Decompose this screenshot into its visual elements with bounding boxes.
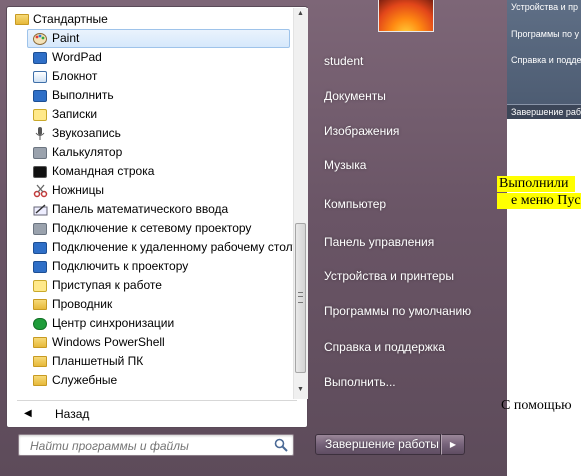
back-button[interactable]: ◀ Назад [7, 403, 293, 425]
bg-menu-item: Справка и подде [511, 55, 581, 65]
folder-icon [32, 354, 48, 369]
scroll-up-arrow-icon[interactable]: ▲ [297, 10, 304, 17]
doc-highlight-line-2: е меню Пус [497, 193, 581, 209]
back-label: Назад [55, 407, 90, 421]
program-item-paint[interactable]: Paint [27, 29, 290, 48]
explorer-folder-icon [32, 297, 48, 312]
folder-accessories[interactable]: Стандартные [7, 10, 293, 29]
program-item-math-input[interactable]: Панель математического ввода [7, 200, 293, 219]
program-item-network-projector[interactable]: Подключение к сетевому проектору [7, 219, 293, 238]
program-label: Подключение к удаленному рабочему столу [52, 240, 293, 254]
program-item-projector[interactable]: Подключить к проектору [7, 257, 293, 276]
program-label: Центр синхронизации [52, 316, 175, 330]
folder-powershell[interactable]: Windows PowerShell [7, 333, 293, 352]
program-label: Командная строка [52, 164, 155, 178]
search-input[interactable] [19, 435, 282, 457]
program-label: Ножницы [52, 183, 105, 197]
documents-link[interactable]: Документы [324, 86, 386, 106]
folder-icon [32, 373, 48, 388]
remote-desktop-icon [32, 240, 48, 255]
program-label: Выполнить [52, 88, 114, 102]
program-label: Планшетный ПК [52, 354, 144, 368]
program-label: Записки [52, 107, 98, 121]
search-box[interactable] [18, 434, 294, 457]
scroll-thumb[interactable] [295, 223, 306, 373]
start-menu: Стандартные Paint WordPad Блокнот Выполн… [0, 0, 507, 476]
notepad-icon [32, 69, 48, 84]
scroll-down-arrow-icon[interactable]: ▼ [297, 386, 304, 393]
bg-menu-item: Устройства и пр [511, 2, 578, 12]
program-label: Панель математического ввода [52, 202, 229, 216]
sticky-notes-icon [32, 107, 48, 122]
search-icon [274, 438, 288, 452]
program-item-snipping-tool[interactable]: Ножницы [7, 181, 293, 200]
run-icon [32, 88, 48, 103]
program-label: Служебные [52, 373, 118, 387]
program-list: Стандартные Paint WordPad Блокнот Выполн… [7, 10, 293, 390]
default-programs-link[interactable]: Программы по умолчанию [324, 301, 471, 321]
getting-started-icon [32, 278, 48, 293]
divider [17, 400, 297, 401]
wordpad-icon [32, 50, 48, 65]
program-label: WordPad [52, 50, 102, 64]
user-name-link[interactable]: student [324, 51, 363, 71]
projector-icon [32, 259, 48, 274]
folder-open-icon [14, 12, 30, 27]
program-label: Подключение к сетевому проектору [52, 221, 252, 235]
program-item-wordpad[interactable]: WordPad [7, 48, 293, 67]
folder-label: Стандартные [33, 12, 108, 26]
sync-center-icon [32, 316, 48, 331]
back-arrow-icon: ◀ [24, 408, 32, 419]
shutdown-options-arrow-icon[interactable]: ▶ [441, 434, 465, 455]
computer-link[interactable]: Компьютер [324, 194, 386, 214]
calculator-icon [32, 145, 48, 160]
program-list-scrollbar[interactable]: ▲ ▼ [293, 8, 308, 399]
folder-tablet-pc[interactable]: Планшетный ПК [7, 352, 293, 371]
doc-highlight-line-1: Выполнили [497, 176, 575, 192]
program-label: Подключить к проектору [52, 259, 189, 273]
folder-system-tools[interactable]: Служебные [7, 371, 293, 390]
doc-text-line: С помощью [501, 398, 572, 413]
program-item-calculator[interactable]: Калькулятор [7, 143, 293, 162]
program-item-remote-desktop[interactable]: Подключение к удаленному рабочему столу [7, 238, 293, 257]
microphone-icon [32, 126, 48, 141]
help-support-link[interactable]: Справка и поддержка [324, 337, 445, 357]
bg-menu-item: Программы по у [511, 29, 579, 39]
program-item-sound-recorder[interactable]: Звукозапись [7, 124, 293, 143]
program-label: Проводник [52, 297, 113, 311]
pictures-link[interactable]: Изображения [324, 121, 399, 141]
program-item-sticky-notes[interactable]: Записки [7, 105, 293, 124]
program-item-run[interactable]: Выполнить [7, 86, 293, 105]
program-label: Калькулятор [52, 145, 123, 159]
program-item-notepad[interactable]: Блокнот [7, 67, 293, 86]
math-input-icon [32, 202, 48, 217]
program-label: Звукозапись [52, 126, 121, 140]
control-panel-link[interactable]: Панель управления [324, 232, 434, 252]
shutdown-button[interactable]: Завершение работы [315, 434, 441, 455]
program-item-sync-center[interactable]: Центр синхронизации [7, 314, 293, 333]
program-item-getting-started[interactable]: Приступая к работе [7, 276, 293, 295]
run-dialog-link[interactable]: Выполнить... [324, 372, 396, 392]
background-start-menu: Устройства и пр Программы по у Справка и… [507, 0, 581, 119]
scissors-icon [32, 183, 48, 198]
network-projector-icon [32, 221, 48, 236]
programs-panel: Стандартные Paint WordPad Блокнот Выполн… [6, 6, 308, 428]
bg-shutdown-label: Завершение работ [507, 104, 581, 119]
music-link[interactable]: Музыка [324, 155, 366, 175]
program-label: Windows PowerShell [52, 335, 165, 349]
folder-icon [32, 335, 48, 350]
program-label: Блокнот [52, 69, 98, 83]
paint-icon [32, 31, 48, 46]
program-item-explorer[interactable]: Проводник [7, 295, 293, 314]
user-avatar[interactable] [378, 0, 434, 32]
program-item-command-prompt[interactable]: Командная строка [7, 162, 293, 181]
program-label: Paint [52, 31, 80, 45]
program-label: Приступая к работе [52, 278, 162, 292]
devices-printers-link[interactable]: Устройства и принтеры [324, 266, 454, 286]
command-prompt-icon [32, 164, 48, 179]
